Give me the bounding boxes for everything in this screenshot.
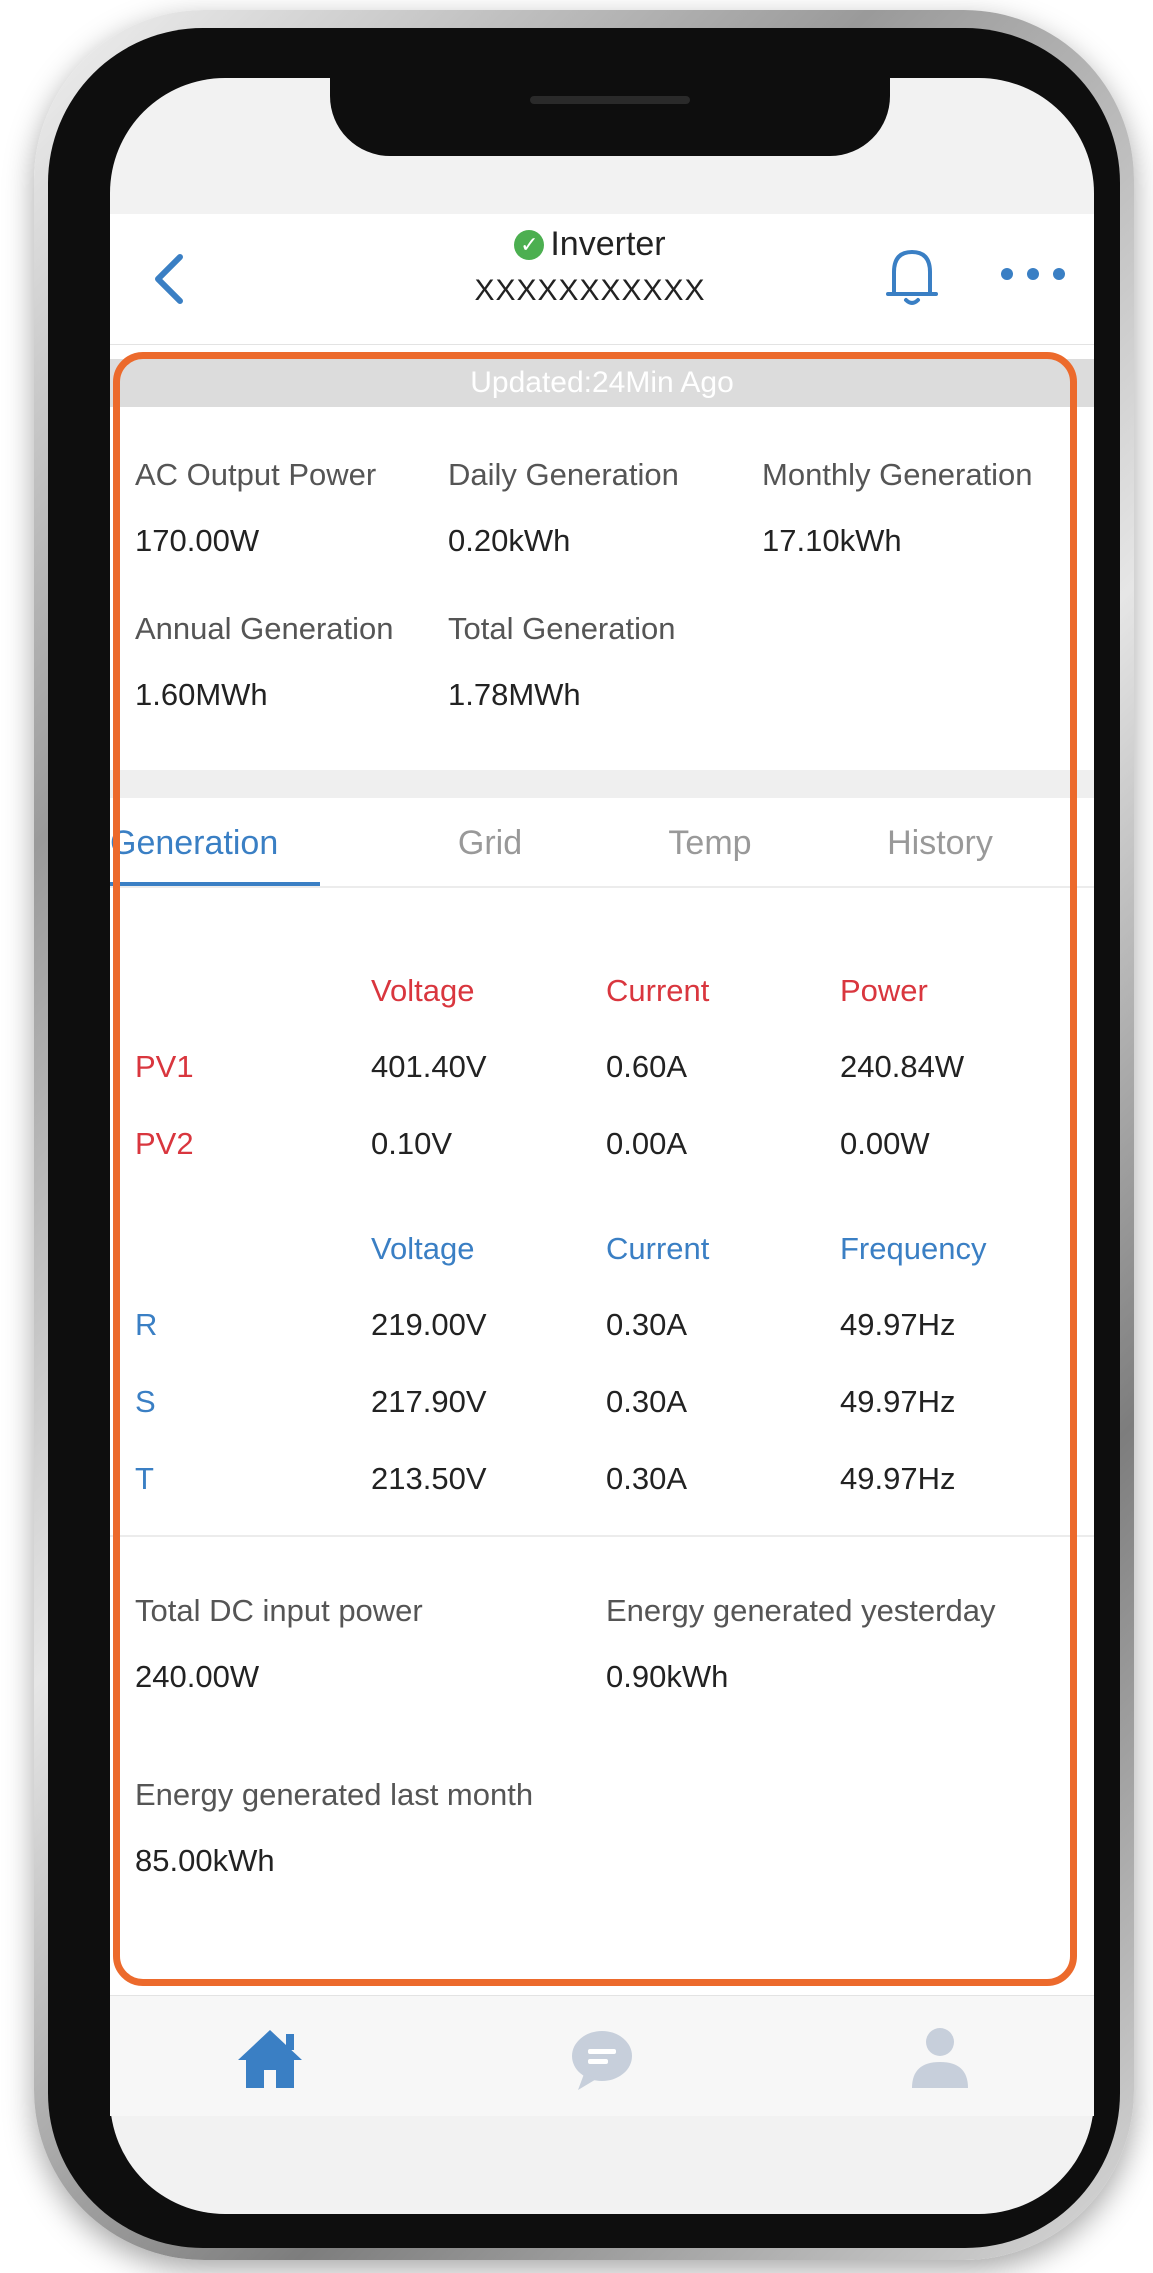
ellipsis-icon: [1001, 268, 1065, 280]
device-title-block: ✓ Inverter XXXXXXXXXXX: [410, 220, 770, 314]
message-icon: [572, 2031, 632, 2090]
check-circle-icon: ✓: [514, 230, 545, 260]
notification-button[interactable]: [882, 242, 942, 312]
more-options-button[interactable]: [995, 254, 1075, 294]
bottom-navigation: [110, 1995, 1094, 2116]
device-serial: XXXXXXXXXXX: [474, 274, 706, 307]
bell-icon: [886, 250, 938, 305]
back-button[interactable]: [150, 249, 200, 309]
device-title: Inverter: [550, 225, 666, 263]
chevron-left-icon: [155, 254, 183, 304]
nav-profile-button[interactable]: [900, 2018, 980, 2098]
nav-messages-button[interactable]: [562, 2018, 642, 2098]
home-icon: [238, 2030, 302, 2088]
phone-notch: [330, 78, 890, 156]
top-bar: ✓ Inverter XXXXXXXXXXX: [110, 214, 1094, 345]
nav-home-button[interactable]: [230, 2018, 310, 2098]
speaker-grille: [530, 96, 690, 104]
highlight-frame: [113, 352, 1077, 1986]
user-icon: [912, 2028, 968, 2088]
